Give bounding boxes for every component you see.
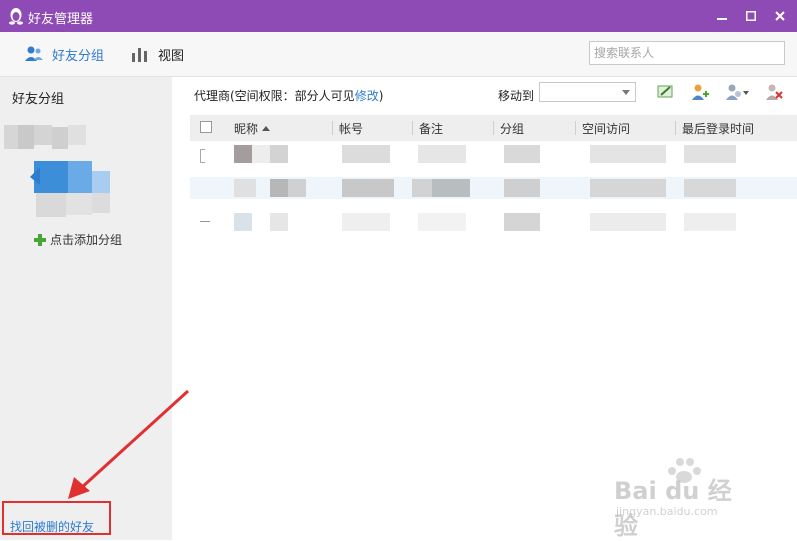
groups-view-button[interactable]: 好友分组	[24, 44, 104, 64]
close-icon	[775, 11, 785, 21]
toolbar: 好友分组 视图 搜索联系人	[0, 32, 797, 77]
column-divider	[575, 121, 576, 135]
mosaic-cell	[504, 179, 540, 197]
recover-deleted-friends-highlight: 找回被删的好友	[2, 501, 111, 535]
mosaic-cell	[342, 213, 390, 231]
mosaic-cell	[590, 179, 666, 197]
mosaic-cell	[590, 213, 666, 231]
delete-friend-icon[interactable]	[764, 83, 784, 101]
permission-edit-link[interactable]: 修改	[355, 89, 379, 103]
recover-deleted-friends-link[interactable]: 找回被删的好友	[10, 518, 94, 535]
row-checkbox[interactable]	[200, 149, 205, 163]
minimize-icon	[717, 18, 727, 20]
column-header-remark[interactable]: 备注	[419, 120, 443, 137]
mosaic-cell	[504, 145, 540, 163]
add-group-label: 点击添加分组	[50, 233, 123, 247]
add-group-button[interactable]: 点击添加分组	[34, 231, 122, 248]
table-row[interactable]	[190, 143, 797, 165]
mosaic-cell	[412, 179, 432, 197]
mosaic-cell	[270, 179, 288, 197]
table-row[interactable]	[190, 177, 797, 199]
search-input[interactable]: 搜索联系人	[589, 41, 785, 65]
contacts-icon	[25, 46, 43, 61]
add-friend-icon[interactable]	[690, 83, 710, 101]
qq-penguin-icon	[9, 8, 23, 25]
group-permission-text: 代理商(空间权限：部分人可见修改)	[194, 87, 383, 104]
column-divider	[332, 121, 333, 135]
sidebar-header: 好友分组	[12, 92, 65, 107]
move-to-select[interactable]	[539, 82, 636, 102]
friend-options-icon[interactable]	[724, 83, 750, 101]
bar-chart-icon	[132, 48, 147, 62]
close-button[interactable]	[770, 6, 790, 26]
minimize-button[interactable]	[712, 6, 732, 26]
mosaic-cell	[590, 145, 666, 163]
column-header-nickname[interactable]: 昵称	[234, 120, 271, 137]
groups-view-label: 好友分组	[52, 48, 105, 64]
mosaic-cell	[288, 179, 306, 197]
mosaic-cell	[684, 213, 736, 231]
chevron-down-icon	[622, 90, 630, 95]
mosaic-cell	[418, 213, 466, 231]
maximize-icon	[746, 11, 756, 21]
column-divider	[675, 121, 676, 135]
watermark-url: jingyan.baidu.com	[616, 505, 718, 518]
column-header-account[interactable]: 帐号	[339, 120, 363, 137]
mosaic-cell	[432, 179, 470, 197]
mosaic-cell	[684, 179, 736, 197]
sort-ascending-icon	[262, 126, 271, 131]
move-to-label: 移动到	[498, 89, 535, 103]
baidu-jingyan-watermark: Bai du 经验 jingyan.baidu.com	[610, 455, 750, 540]
column-nickname-label: 昵称	[234, 122, 259, 136]
select-all-checkbox[interactable]	[200, 121, 212, 133]
mosaic-cell	[234, 179, 256, 197]
mosaic-cell	[504, 213, 540, 231]
column-header-last-login[interactable]: 最后登录时间	[682, 120, 754, 137]
mosaic-cell	[342, 179, 394, 197]
mosaic-cell	[684, 145, 736, 163]
plus-icon	[34, 233, 46, 246]
title-bar: 好友管理器	[0, 0, 797, 32]
permission-prefix: 代理商(空间权限：部分人可见	[194, 89, 355, 103]
mosaic-cell	[234, 145, 252, 163]
column-header-space-visit[interactable]: 空间访问	[582, 120, 630, 137]
permission-suffix: )	[378, 89, 384, 103]
view-label: 视图	[158, 48, 185, 64]
mosaic-cell	[252, 145, 270, 163]
blurred-group-list[interactable]	[0, 115, 125, 220]
maximize-button[interactable]	[741, 6, 761, 26]
window-title: 好友管理器	[28, 12, 94, 27]
mosaic-cell	[234, 213, 252, 231]
mosaic-cell	[342, 145, 390, 163]
mosaic-cell	[418, 145, 466, 163]
mosaic-blur	[4, 125, 110, 217]
table-header: 昵称 帐号 备注 分组 空间访问 最后登录时间	[190, 115, 797, 141]
annotation-arrow	[68, 389, 190, 499]
row-checkbox[interactable]	[200, 221, 210, 222]
mosaic-cell	[270, 213, 288, 231]
column-divider	[412, 121, 413, 135]
column-divider	[493, 121, 494, 135]
table-row[interactable]	[190, 211, 797, 233]
edit-note-icon[interactable]	[656, 83, 676, 101]
view-button[interactable]: 视图	[130, 44, 184, 64]
column-header-group[interactable]: 分组	[500, 120, 524, 137]
mosaic-cell	[270, 145, 288, 163]
